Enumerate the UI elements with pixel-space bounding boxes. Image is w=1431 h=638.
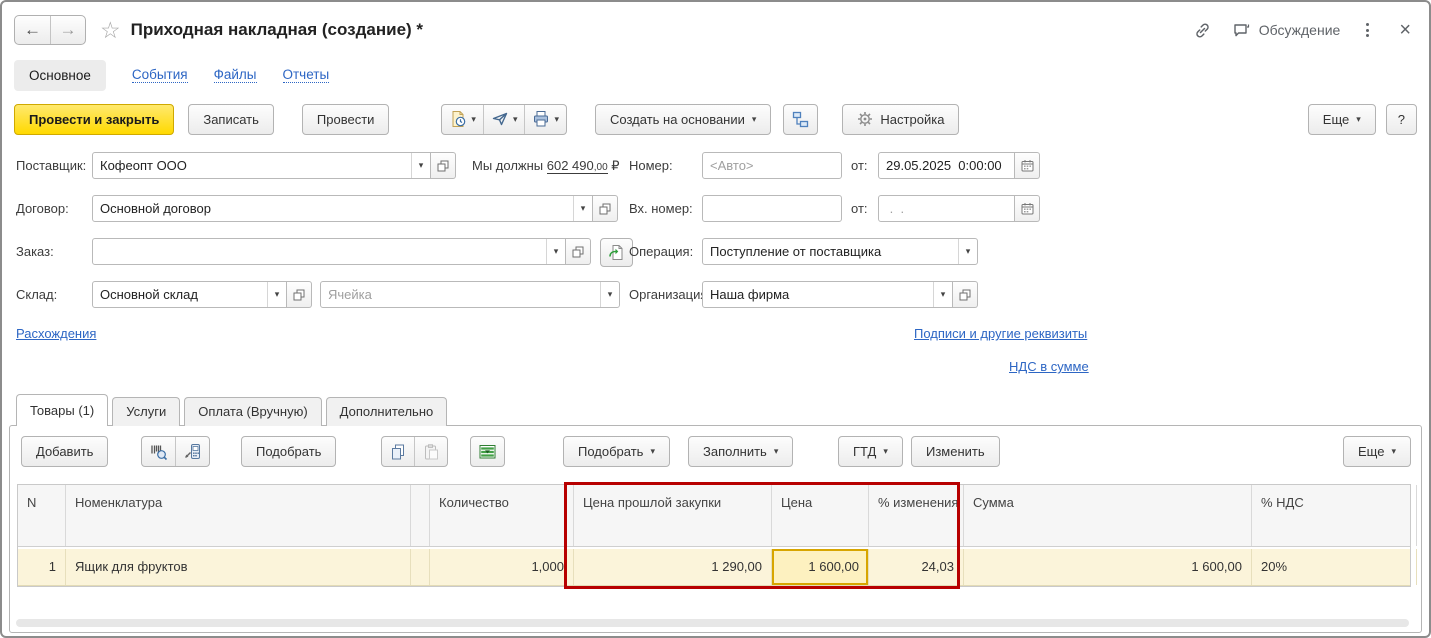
number-input[interactable] — [703, 153, 841, 178]
chevron-down-icon[interactable]: ▾ — [411, 153, 430, 178]
date-field — [878, 152, 1040, 179]
screen: ← → ☆ Приходная накладная (создание) * О… — [0, 0, 1431, 638]
copy-rows-icon[interactable] — [382, 437, 414, 466]
organization-open-button[interactable] — [953, 281, 978, 308]
supplier-field: ▾ — [92, 152, 456, 179]
document-window: ← → ☆ Приходная накладная (создание) * О… — [0, 0, 1431, 638]
number-field — [702, 152, 842, 179]
column-header-price[interactable]: Цена — [772, 485, 869, 546]
barcode-search-icon[interactable] — [142, 437, 175, 466]
cell-n[interactable]: 1 — [18, 549, 66, 585]
operation-label: Операция: — [629, 244, 694, 259]
incoming-number-label: Вх. номер: — [629, 201, 693, 216]
debt-amount-link[interactable]: 602 490,00 — [546, 158, 608, 174]
order-label: Заказ: — [16, 244, 54, 259]
contract-open-button[interactable] — [593, 195, 618, 222]
table-more-button[interactable]: Еще ▾ — [1343, 436, 1411, 467]
warehouse-input[interactable] — [93, 282, 267, 307]
warehouse-label: Склад: — [16, 287, 58, 302]
supplier-open-button[interactable] — [431, 152, 456, 179]
column-header-n[interactable]: N — [18, 485, 66, 546]
barcode-tools — [141, 436, 210, 467]
chevron-down-icon[interactable]: ▾ — [600, 282, 619, 307]
column-header-spacer — [411, 485, 430, 546]
order-open-button[interactable] — [566, 238, 591, 265]
table-settings-icon-button[interactable] — [470, 436, 505, 467]
paste-rows-icon[interactable] — [414, 437, 447, 466]
cell-item[interactable]: Ящик для фруктов — [66, 549, 411, 585]
supplier-input[interactable] — [93, 153, 411, 178]
tab-additional[interactable]: Дополнительно — [325, 397, 448, 426]
operation-input[interactable] — [703, 239, 958, 264]
chevron-down-icon[interactable]: ▾ — [546, 239, 565, 264]
chevron-down-icon[interactable]: ▾ — [267, 282, 286, 307]
detail-tabs: Товары (1) Услуги Оплата (Вручную) Допол… — [16, 394, 448, 426]
tab-payment[interactable]: Оплата (Вручную) — [184, 397, 322, 426]
table-row[interactable]: 1 Ящик для фруктов 1,000 1 290,00 1 600,… — [18, 549, 1417, 586]
calendar-icon[interactable] — [1015, 152, 1040, 179]
cell-price-selected[interactable]: 1 600,00 — [772, 549, 869, 585]
organization-label: Организация: — [629, 287, 712, 302]
horizontal-scrollbar[interactable] — [16, 619, 1409, 627]
operation-field: ▾ — [702, 238, 978, 265]
date-input[interactable] — [879, 153, 1014, 178]
incoming-date-label: от: — [851, 201, 868, 216]
column-header-change-pct[interactable]: % изменения — [869, 485, 964, 546]
warehouse-field: ▾ — [92, 281, 312, 308]
chevron-down-icon[interactable]: ▾ — [573, 196, 592, 221]
pick-items-button[interactable]: Подобрать — [241, 436, 337, 467]
cell-spacer — [411, 549, 430, 585]
order-field: ▾ — [92, 238, 591, 265]
incoming-date-field — [878, 195, 1040, 222]
column-header-prev-price[interactable]: Цена прошлой закупки — [574, 485, 772, 546]
column-header-qty[interactable]: Количество — [430, 485, 574, 546]
tab-services[interactable]: Услуги — [112, 397, 181, 426]
organization-field: ▾ — [702, 281, 978, 308]
data-terminal-icon[interactable] — [175, 437, 209, 466]
supplier-label: Поставщик: — [16, 158, 87, 173]
number-label: Номер: — [629, 158, 673, 173]
table-header-row: N Номенклатура Количество Цена прошлой з… — [18, 485, 1417, 547]
items-table: N Номенклатура Количество Цена прошлой з… — [17, 484, 1417, 587]
column-header-vat[interactable]: % НДС — [1252, 485, 1417, 546]
column-header-sum[interactable]: Сумма — [964, 485, 1252, 546]
clipboard-tools — [381, 436, 448, 467]
chevron-down-icon[interactable]: ▾ — [958, 239, 977, 264]
table-toolbar: Добавить Подобрать Подобрать ▾ Заполнить… — [10, 436, 1421, 468]
cell-field: ▾ — [320, 281, 620, 308]
cell-prev-price[interactable]: 1 290,00 — [574, 549, 772, 585]
discrepancies-link[interactable]: Расхождения — [16, 326, 96, 354]
cell-vat[interactable]: 20% — [1252, 549, 1417, 585]
column-header-item[interactable]: Номенклатура — [66, 485, 411, 546]
tab-goods[interactable]: Товары (1) — [16, 394, 109, 426]
goods-panel: Добавить Подобрать Подобрать ▾ Заполнить… — [9, 425, 1422, 633]
fill-menu-button[interactable]: Заполнить ▾ — [688, 436, 794, 467]
incoming-date-input[interactable] — [879, 196, 1014, 221]
cell-change-pct[interactable]: 24,03 — [869, 549, 964, 585]
contract-label: Договор: — [16, 201, 69, 216]
order-input[interactable] — [93, 239, 546, 264]
edit-row-button[interactable]: Изменить — [911, 436, 1000, 467]
incoming-number-field — [702, 195, 842, 222]
chevron-down-icon[interactable]: ▾ — [933, 282, 952, 307]
gtd-menu-button[interactable]: ГТД ▾ — [838, 436, 903, 467]
contract-input[interactable] — [93, 196, 573, 221]
signatures-link[interactable]: Подписи и другие реквизиты — [914, 326, 1087, 354]
warehouse-open-button[interactable] — [287, 281, 312, 308]
debt-info: Мы должны 602 490,00 ₽ — [472, 158, 620, 174]
cell-input[interactable] — [321, 282, 600, 307]
add-row-button[interactable]: Добавить — [21, 436, 109, 467]
date-label: от: — [851, 158, 868, 173]
cell-sum[interactable]: 1 600,00 — [964, 549, 1252, 585]
cell-qty[interactable]: 1,000 — [430, 549, 574, 585]
incoming-number-input[interactable] — [703, 196, 841, 221]
vat-mode-link[interactable]: НДС в сумме — [1009, 359, 1089, 387]
contract-field: ▾ — [92, 195, 618, 222]
organization-input[interactable] — [703, 282, 933, 307]
pick-menu-button[interactable]: Подобрать ▾ — [563, 436, 670, 467]
calendar-icon[interactable] — [1015, 195, 1040, 222]
